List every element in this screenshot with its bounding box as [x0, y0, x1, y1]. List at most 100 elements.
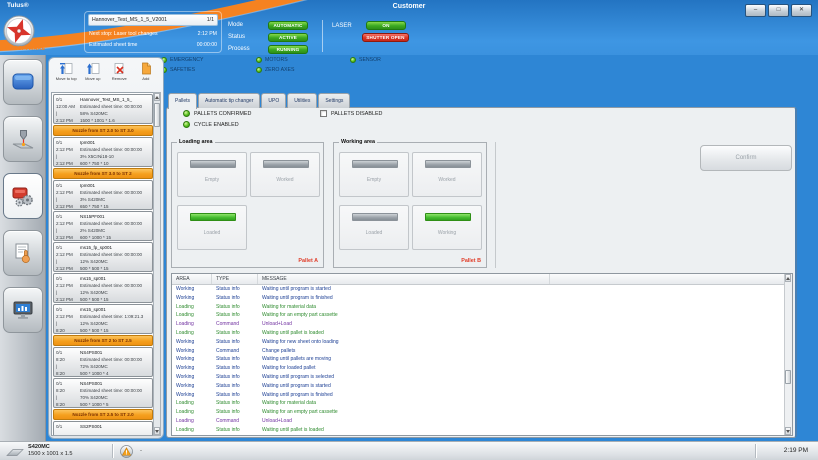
message-row[interactable]: WorkingStatus infoWaiting until pallets … — [172, 355, 784, 364]
pallet-state-card-loaded[interactable]: Loaded — [177, 205, 247, 250]
header-bar: Tulus® Customer – □ ✕ Pro-SOFTWARE Hanno… — [0, 0, 818, 55]
queue-job-card[interactable]: 0/18:20|8:20NS4PS001Estimated sheet time… — [53, 378, 153, 408]
pallets-disabled-checkbox[interactable] — [320, 110, 327, 117]
queue-separator[interactable]: Nozzle from ST 2.0 to ST 3.0 — [53, 125, 153, 136]
queue-job-card[interactable]: 0/1SS2PS001 — [53, 421, 153, 436]
queue-job-card[interactable]: 0/12:12 PM|2:12 PMms15_fp_sp001Estimated… — [53, 242, 153, 272]
tab-settings[interactable]: Settings — [318, 93, 350, 108]
message-row[interactable]: WorkingStatus infoWaiting until program … — [172, 373, 784, 382]
message-row[interactable]: LoadingCommandUnload+Load — [172, 417, 784, 426]
sidebar-item-laser-cutting[interactable] — [3, 116, 43, 162]
tab-automatic-tip-changer[interactable]: Automatic tip changer — [198, 93, 260, 108]
queue-scrollbar[interactable] — [153, 92, 161, 436]
laser-shutter-button[interactable]: SHUTTER OPEN — [362, 33, 409, 42]
pallet-state-card-empty[interactable]: Empty — [177, 152, 247, 197]
message-row[interactable]: WorkingStatus infoWaiting until program … — [172, 382, 784, 391]
message-row[interactable]: WorkingStatus infoWaiting for loaded pal… — [172, 364, 784, 373]
sidebar-item-manual-handling[interactable] — [3, 230, 43, 276]
queue-job-card[interactable]: 0/12:12 PM|2:12 PMIpm001Estimated sheet … — [53, 137, 153, 167]
tab-upo[interactable]: UPO — [261, 93, 286, 108]
queue-job-left: 0/12:12 PM|2:12 PM — [56, 213, 79, 241]
queue-job-time2: 8:20 — [56, 327, 79, 334]
pallet-state-card-worked[interactable]: Worked — [412, 152, 482, 197]
message-type: Status info — [212, 303, 258, 312]
pallet-state-card-loaded[interactable]: Loaded — [339, 205, 409, 250]
message-area: Working — [172, 364, 212, 373]
message-type: Status info — [212, 373, 258, 382]
laser-on-button[interactable]: ON — [366, 21, 406, 30]
sidebar-item-machine-panel[interactable] — [3, 59, 43, 105]
sidebar-item-pallet-changer[interactable] — [3, 173, 43, 219]
queue-job-right: NS15PF001Estimated sheet time: 00:00:002… — [80, 213, 151, 241]
queue-job-card[interactable]: 0/18:20|8:20NS4PS001Estimated sheet time… — [53, 347, 153, 377]
scroll-thumb[interactable] — [785, 370, 791, 384]
message-text: Unload+Load — [258, 320, 784, 329]
pallet-state-card-working[interactable]: Working — [412, 205, 482, 250]
queue-job-est — [80, 430, 151, 436]
message-row[interactable]: LoadingStatus infoWaiting for material d… — [172, 303, 784, 312]
message-row[interactable]: LoadingStatus infoWaiting until pallet i… — [172, 426, 784, 435]
message-row[interactable]: WorkingCommandChange pallets — [172, 347, 784, 356]
minimize-button[interactable]: – — [745, 4, 766, 17]
triangle-up-icon — [786, 277, 790, 280]
message-row[interactable]: LoadingStatus infoWaiting for material d… — [172, 399, 784, 408]
message-type: Status info — [212, 391, 258, 400]
program-name-field[interactable]: Hannover_Test_MS_1_5_V2001 1/1 — [88, 14, 218, 26]
zero-axes-led-icon — [256, 67, 262, 73]
queue-job-time2: 8:20 — [56, 401, 79, 408]
queue-separator[interactable]: Nozzle from ST 3.0 to ST 2 — [53, 168, 153, 179]
scroll-thumb[interactable] — [154, 103, 160, 127]
statusbar-divider — [755, 444, 756, 458]
confirm-button[interactable]: Confirm — [700, 145, 792, 171]
message-row[interactable]: WorkingStatus infoWaiting until program … — [172, 294, 784, 303]
message-row[interactable]: WorkingStatus infoWaiting for new sheet … — [172, 338, 784, 347]
pallet-state-card-empty[interactable]: Empty — [339, 152, 409, 197]
queue-job-material: 3% S420MC — [80, 196, 151, 203]
queue-job-material: 12% S420MC — [80, 289, 151, 296]
message-area: Loading — [172, 311, 212, 320]
process-value-button[interactable]: RUNNING — [268, 45, 308, 54]
queue-job-card[interactable]: 0/112:00 AM|2:12 PMHannover_Test_MS_1_5_… — [53, 94, 153, 124]
queue-job-material: 3% X5CrNi18-10 — [80, 153, 151, 160]
remove-button[interactable]: Remove — [106, 60, 133, 91]
manual-handling-icon — [11, 241, 35, 265]
message-row[interactable]: LoadingStatus infoWaiting for an empty p… — [172, 408, 784, 417]
scroll-up-button[interactable] — [154, 93, 160, 101]
move-to-top-button[interactable]: Move to top — [53, 60, 80, 91]
pallet-state-card-worked[interactable]: Worked — [250, 152, 320, 197]
monitoring-icon — [11, 298, 35, 322]
message-area: Loading — [172, 303, 212, 312]
scroll-down-button[interactable] — [154, 427, 160, 435]
queue-separator[interactable]: Nozzle from ST 2 to ST 2.5 — [53, 335, 153, 346]
warning-badge-icon[interactable] — [120, 445, 133, 458]
close-button[interactable]: ✕ — [791, 4, 812, 17]
queue-job-card[interactable]: 0/12:12 PM|2:12 PMNS15PF001Estimated she… — [53, 211, 153, 241]
column-header-type: TYPE — [212, 274, 258, 284]
message-row[interactable]: WorkingStatus infoWaiting until program … — [172, 285, 784, 294]
message-row[interactable]: LoadingStatus infoWaiting for an empty p… — [172, 311, 784, 320]
tab-pallets[interactable]: Pallets — [168, 93, 197, 109]
column-header-area: AREA — [172, 274, 212, 284]
next-stop-value: 2:12 PM — [198, 30, 217, 39]
tab-utilities[interactable]: Utilities — [287, 93, 317, 108]
queue-job-card[interactable]: 0/12:12 PM|2:12 PMIpm001Estimated sheet … — [53, 180, 153, 210]
queue-job-dims: 600 * 1000 * 15 — [80, 234, 151, 241]
add-button[interactable]: Add — [133, 60, 160, 91]
scroll-up-button[interactable] — [785, 274, 791, 282]
queue-job-card[interactable]: 0/12:12 PM|8:20ms15_sp001Estimated sheet… — [53, 304, 153, 334]
message-row[interactable]: LoadingStatus infoWaiting until pallet i… — [172, 329, 784, 338]
scroll-down-button[interactable] — [785, 427, 791, 435]
sheet-icon — [6, 447, 24, 457]
pallets-disabled-checkbox-row: PALLETS DISABLED — [320, 110, 382, 117]
mode-value-button[interactable]: AUTOMATIC — [268, 21, 308, 30]
message-area: Loading — [172, 408, 212, 417]
maximize-button[interactable]: □ — [768, 4, 789, 17]
message-row[interactable]: LoadingCommandUnload+Load — [172, 320, 784, 329]
queue-job-card[interactable]: 0/12:12 PM|2:12 PMms15_sp001Estimated sh… — [53, 273, 153, 303]
queue-separator[interactable]: Nozzle from ST 2.5 to ST 2.0 — [53, 409, 153, 420]
message-row[interactable]: WorkingStatus infoWaiting until program … — [172, 391, 784, 400]
move-up-button[interactable]: Move up — [80, 60, 107, 91]
sidebar-item-monitoring[interactable] — [3, 287, 43, 333]
message-table-scrollbar[interactable] — [784, 274, 792, 435]
status-value-button[interactable]: ACTIVE — [268, 33, 308, 42]
